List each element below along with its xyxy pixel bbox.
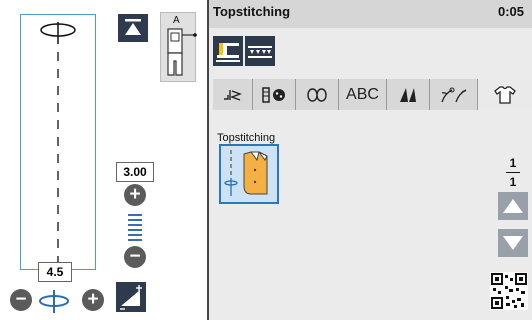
needle-width-icon: [39, 290, 69, 313]
page-indicator: 1 1: [503, 156, 523, 189]
page-current: 1: [509, 156, 517, 170]
stitch-category-tabs: ABC: [213, 79, 532, 110]
tab-decorative[interactable]: [296, 79, 339, 110]
elapsed-time: 0:05: [497, 4, 524, 19]
topstitching-icon: [224, 150, 268, 196]
triangle-down-icon: [503, 236, 523, 250]
page-title: Topstitching: [213, 4, 291, 19]
stitch-line-preview: [40, 22, 76, 264]
stitch-preview: [20, 14, 96, 270]
title-bar: Topstitching 0:05: [209, 0, 532, 28]
stitch-selection-panel: Topstitching 0:05 ABC Topstitching 1 1: [207, 0, 532, 320]
needle-up-button[interactable]: [118, 14, 148, 42]
arrow-to-top-icon: [125, 19, 141, 35]
garment-icon: [494, 85, 516, 104]
stitch-length-icon: [128, 214, 142, 241]
floral-stitch-icon: [440, 87, 466, 102]
pattern-area: Topstitching 1 1: [213, 110, 532, 320]
satin-stitch-icon: [400, 87, 416, 102]
pattern-tile-topstitching[interactable]: [219, 144, 279, 204]
tab-floral[interactable]: [430, 79, 478, 110]
tab-garment[interactable]: [478, 79, 532, 110]
presser-foot-indicator[interactable]: A: [160, 12, 197, 82]
length-decrease-button[interactable]: −: [124, 246, 146, 268]
qr-code-icon: [491, 273, 527, 309]
qr-code[interactable]: [490, 272, 528, 310]
stitch-width-value: 4.5: [38, 262, 72, 282]
width-decrease-button[interactable]: −: [10, 289, 32, 311]
stitch-settings-panel: A 3.00 + − 4.5 − +: [0, 0, 207, 320]
tension-icon: [120, 285, 142, 310]
tab-satin[interactable]: [387, 79, 430, 110]
presser-foot-icon: [167, 28, 197, 76]
triangle-up-icon: [503, 199, 523, 213]
tab-buttonhole[interactable]: [253, 79, 296, 110]
length-increase-button[interactable]: +: [124, 184, 146, 206]
page-up-button[interactable]: [498, 192, 528, 220]
tension-button[interactable]: [116, 282, 146, 312]
sewing-machine-icon: [216, 43, 240, 62]
utility-stitch-icon: [223, 89, 242, 101]
tab-utility[interactable]: [213, 79, 253, 110]
sewing-mode-button[interactable]: [213, 36, 243, 66]
page-total: 1: [509, 175, 517, 189]
buttonhole-icon: [262, 86, 285, 103]
embroidery-mode-button[interactable]: [245, 36, 275, 66]
decorative-stitch-icon: [307, 87, 327, 102]
stitch-sequence-icon: [248, 46, 272, 58]
category-label: Topstitching: [217, 132, 276, 144]
stitch-length-value: 3.00: [116, 162, 154, 182]
page-down-button[interactable]: [498, 229, 528, 257]
width-increase-button[interactable]: +: [82, 289, 104, 311]
tab-abc[interactable]: ABC: [339, 79, 387, 110]
